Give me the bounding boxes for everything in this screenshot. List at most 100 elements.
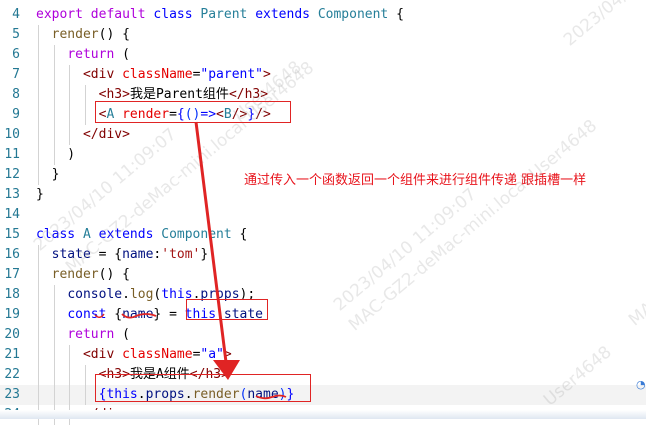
code-token: extends bbox=[98, 227, 154, 242]
line-number: 11 bbox=[4, 147, 20, 162]
code-token: = { bbox=[90, 247, 123, 262]
line-number: 23 bbox=[4, 387, 20, 402]
code-token: { bbox=[106, 307, 123, 322]
line-number: 6 bbox=[12, 47, 20, 62]
code-token: Component bbox=[161, 227, 232, 242]
line-number: 8 bbox=[12, 87, 20, 102]
code-text: </div> bbox=[36, 125, 130, 145]
code-token: extends bbox=[255, 7, 310, 22]
code-token: ( bbox=[114, 327, 130, 342]
code-text: return ( bbox=[36, 325, 130, 345]
code-token: export bbox=[36, 7, 83, 22]
code-text: } bbox=[36, 165, 60, 185]
code-text: ) bbox=[36, 145, 75, 165]
highlight-box-render-call bbox=[95, 374, 311, 402]
code-token: div bbox=[98, 127, 123, 142]
code-text: render() { bbox=[36, 265, 130, 285]
code-token: h3 bbox=[106, 87, 123, 102]
code-token: < bbox=[36, 347, 91, 362]
code-token: return bbox=[67, 327, 115, 342]
code-token: ) bbox=[36, 147, 76, 162]
code-token: () { bbox=[98, 267, 130, 282]
code-text: state = {name:'tom'} bbox=[36, 245, 209, 265]
code-token: 组件 bbox=[202, 87, 229, 102]
highlight-box-render-prop bbox=[95, 101, 291, 123]
code-line[interactable]: 19 const {name} = this.state bbox=[0, 305, 646, 325]
code-text: return ( bbox=[36, 45, 130, 65]
code-line[interactable]: 11 ) bbox=[0, 145, 646, 165]
line-number: 13 bbox=[4, 187, 20, 202]
code-token: console bbox=[67, 287, 123, 302]
line-number: 15 bbox=[4, 227, 20, 242]
code-token: > bbox=[263, 67, 271, 82]
code-token: < bbox=[36, 67, 91, 82]
code-token: default bbox=[90, 7, 146, 22]
line-number: 14 bbox=[4, 207, 20, 222]
code-line[interactable]: 5 render() { bbox=[0, 25, 646, 45]
code-editor[interactable]: 4 export default class Parent extends Com… bbox=[0, 0, 646, 425]
line-number: 12 bbox=[4, 167, 20, 182]
code-token: > bbox=[122, 87, 130, 102]
code-text: export default class Parent extends Comp… bbox=[36, 5, 404, 25]
code-line[interactable]: 14 bbox=[0, 205, 646, 225]
code-line[interactable]: 6 return ( bbox=[0, 45, 646, 65]
line-number: 21 bbox=[4, 347, 20, 362]
code-text: class A extends Component { bbox=[36, 225, 247, 245]
highlight-box-this-state bbox=[186, 299, 268, 320]
code-token: Parent bbox=[155, 87, 203, 102]
code-token: name bbox=[122, 307, 154, 322]
code-token: > bbox=[122, 127, 130, 142]
code-token: name bbox=[122, 247, 154, 262]
line-number: 10 bbox=[4, 127, 20, 142]
code-token: render bbox=[51, 267, 99, 282]
bottom-edge bbox=[0, 410, 646, 419]
code-token: className bbox=[122, 347, 193, 362]
line-number: 20 bbox=[4, 327, 20, 342]
code-line[interactable]: 17 render() { bbox=[0, 265, 646, 285]
code-line[interactable]: 16 state = {name:'tom'} bbox=[0, 245, 646, 265]
code-token: > bbox=[223, 347, 232, 362]
line-number: 9 bbox=[12, 107, 20, 122]
line-number: 19 bbox=[4, 307, 20, 322]
code-line[interactable]: 15 class A extends Component { bbox=[0, 225, 646, 245]
code-token: const bbox=[67, 307, 107, 322]
code-token: className bbox=[122, 67, 193, 82]
line-number: 7 bbox=[12, 67, 20, 82]
code-token: } = bbox=[153, 307, 185, 322]
line-number: 5 bbox=[12, 27, 20, 42]
code-line[interactable]: 20 return ( bbox=[0, 325, 646, 345]
code-token: class bbox=[153, 7, 193, 22]
code-line[interactable]: 4 export default class Parent extends Com… bbox=[0, 5, 646, 25]
code-token: . bbox=[122, 287, 130, 302]
code-line[interactable]: 7 <div className="parent"> bbox=[0, 65, 646, 85]
code-token: "parent" bbox=[200, 67, 264, 82]
line-number: 16 bbox=[4, 247, 20, 262]
code-line[interactable]: 18 console.log(this.props); bbox=[0, 285, 646, 305]
code-token: Component bbox=[317, 7, 389, 22]
code-token: "a" bbox=[200, 347, 224, 362]
code-token: render bbox=[51, 27, 99, 42]
code-token: class bbox=[36, 227, 76, 242]
code-line[interactable]: 21 <div className="a"> bbox=[0, 345, 646, 365]
code-line[interactable]: 10 </div> bbox=[0, 125, 646, 145]
code-token: > bbox=[260, 87, 269, 102]
code-token: { bbox=[231, 227, 248, 242]
code-text: <div className="parent"> bbox=[36, 65, 271, 85]
code-token: 'tom' bbox=[161, 247, 201, 262]
lightbulb-icon[interactable]: ◔ bbox=[636, 378, 646, 392]
annotation-note: 通过传入一个函数返回一个组件来进行组件传递 跟插槽一样 bbox=[244, 173, 587, 188]
line-number: 18 bbox=[4, 287, 20, 302]
code-token: div bbox=[90, 347, 115, 362]
